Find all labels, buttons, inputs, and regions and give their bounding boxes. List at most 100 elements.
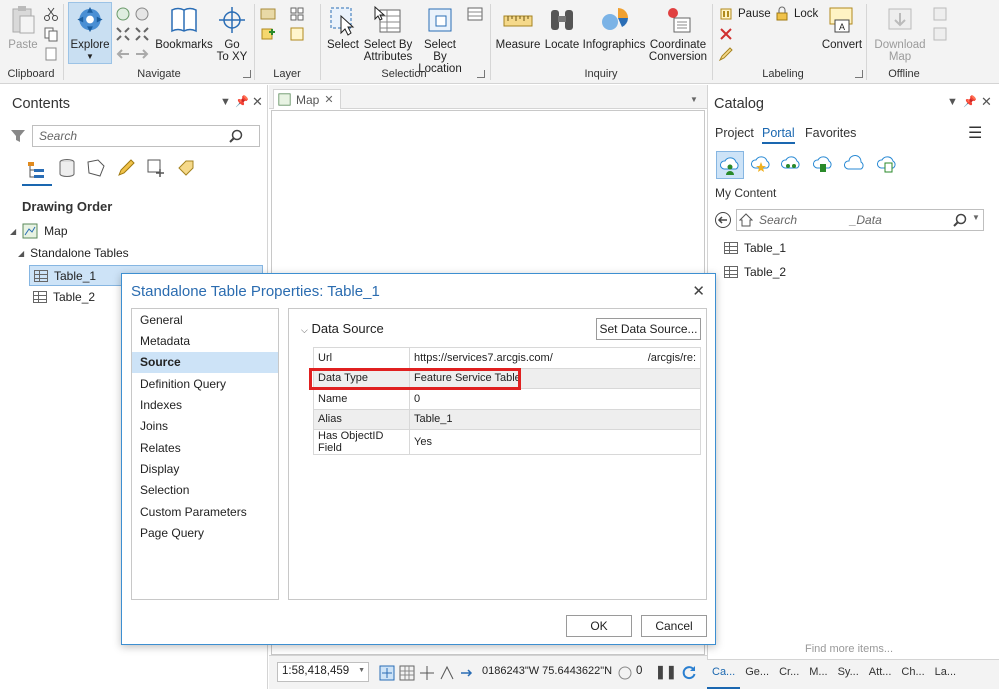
close-icon[interactable]: ✕ xyxy=(692,282,705,300)
download-map-button[interactable]: Download Map xyxy=(872,4,928,63)
nav-item-source[interactable]: Source xyxy=(132,352,278,373)
nav-item-metadata[interactable]: Metadata xyxy=(132,331,278,352)
close-icon[interactable]: ✕ xyxy=(981,94,992,110)
add-graphics-layer-icon[interactable] xyxy=(289,26,305,42)
sync-icon[interactable] xyxy=(932,6,948,22)
bottom-tab-catalog[interactable]: Ca... xyxy=(707,660,741,689)
close-icon[interactable]: ✕ xyxy=(252,94,263,110)
crosshair-icon[interactable] xyxy=(419,665,435,681)
search-options-dropdown-icon[interactable]: ▼ xyxy=(972,213,980,222)
attributes-icon[interactable] xyxy=(467,6,483,22)
nav-item-definition-query[interactable]: Definition Query xyxy=(132,374,278,395)
nav-item-general[interactable]: General xyxy=(132,310,278,331)
labeling-icon[interactable] xyxy=(176,158,196,178)
pin-icon[interactable]: 📌 xyxy=(235,95,249,108)
nav-item-display[interactable]: Display xyxy=(132,459,278,480)
catalog-tab-portal[interactable]: Portal xyxy=(762,126,795,144)
zoom-out-arrows-icon[interactable] xyxy=(134,26,150,42)
search-icon[interactable] xyxy=(228,128,244,144)
data-source-section[interactable]: ⌵ Data Source xyxy=(301,321,384,336)
collapse-arrow-icon[interactable]: ◢ xyxy=(18,249,24,258)
cut-icon[interactable] xyxy=(43,6,59,22)
back-arrow-icon[interactable] xyxy=(115,46,131,62)
catalog-tab-project[interactable]: Project xyxy=(715,126,754,140)
map-tree-item[interactable]: ◢ Map xyxy=(10,223,68,239)
collapse-arrow-icon[interactable]: ◢ xyxy=(10,227,16,236)
navigate-launcher-icon[interactable] xyxy=(243,70,251,78)
measure-button[interactable]: Measure xyxy=(496,4,540,51)
pane-menu-icon[interactable]: ▼ xyxy=(220,96,231,108)
bottom-tab-symbology[interactable]: Sy... xyxy=(833,660,864,689)
unplaced-labels-icon[interactable] xyxy=(718,26,734,42)
zoom-in-arrows-icon[interactable] xyxy=(115,26,131,42)
editing-pencil-icon[interactable] xyxy=(116,158,136,178)
nav-item-page-query[interactable]: Page Query xyxy=(132,523,278,544)
full-extent-icon[interactable] xyxy=(115,6,131,22)
find-more-items-link[interactable]: Find more items... xyxy=(805,643,893,655)
remove-offline-icon[interactable] xyxy=(932,26,948,42)
my-content-tab[interactable] xyxy=(716,151,744,179)
paste-button[interactable]: Paste xyxy=(6,4,40,51)
catalog-table-2-item[interactable]: Table_2 xyxy=(724,265,786,279)
refresh-icon[interactable] xyxy=(681,664,697,680)
table-2-tree-item[interactable]: Table_2 xyxy=(33,290,95,304)
select-by-attributes-button[interactable]: Select By Attributes xyxy=(363,4,413,63)
locate-button[interactable]: Locate xyxy=(543,4,581,51)
organization-cloud-icon[interactable] xyxy=(812,153,834,175)
ok-button[interactable]: OK xyxy=(566,615,632,637)
lock-labeling-button[interactable]: Lock xyxy=(774,6,818,22)
pause-labeling-button[interactable]: Pause xyxy=(718,6,771,22)
standalone-tables-group[interactable]: ◢ Standalone Tables xyxy=(18,246,129,260)
nav-item-indexes[interactable]: Indexes xyxy=(132,395,278,416)
selected-features-icon[interactable] xyxy=(617,665,633,681)
grid-icon[interactable] xyxy=(399,665,415,681)
cloud-icon[interactable] xyxy=(844,153,866,175)
bottom-tab-create[interactable]: Cr... xyxy=(774,660,804,689)
nav-item-relates[interactable]: Relates xyxy=(132,438,278,459)
coordinate-conversion-button[interactable]: Coordinate Conversion xyxy=(648,4,708,63)
snap-icon[interactable] xyxy=(439,665,455,681)
forward-arrow-icon[interactable] xyxy=(134,46,150,62)
catalog-tab-favorites[interactable]: Favorites xyxy=(805,126,856,140)
scale-combo[interactable]: 1:58,418,459 ▼ xyxy=(277,662,369,682)
cancel-button[interactable]: Cancel xyxy=(641,615,707,637)
data-source-icon[interactable] xyxy=(57,158,77,178)
coordinate-system-icon[interactable] xyxy=(459,665,475,681)
home-icon[interactable] xyxy=(739,213,753,227)
bottom-tab-attributes[interactable]: Att... xyxy=(864,660,897,689)
bottom-tab-layout[interactable]: La... xyxy=(930,660,961,689)
convert-button[interactable]: A Convert xyxy=(818,4,866,51)
bottom-tab-geoprocessing[interactable]: Ge... xyxy=(740,660,774,689)
scale-lock-icon[interactable] xyxy=(379,665,395,681)
bookmarks-button[interactable]: Bookmarks xyxy=(155,4,213,51)
map-tab[interactable]: Map ✕ xyxy=(273,89,341,109)
nav-item-joins[interactable]: Joins xyxy=(132,416,278,437)
pane-menu-icon[interactable]: ▼ xyxy=(947,96,958,108)
nav-item-selection[interactable]: Selection xyxy=(132,480,278,501)
selection-launcher-icon[interactable] xyxy=(477,70,485,78)
bottom-tab-chart[interactable]: Ch... xyxy=(896,660,929,689)
pause-drawing-icon[interactable]: ❚❚ xyxy=(655,664,677,680)
bottom-tab-modify[interactable]: M... xyxy=(804,660,832,689)
tab-list-dropdown-icon[interactable]: ▼ xyxy=(690,95,698,104)
search-icon[interactable] xyxy=(952,212,968,228)
explore-button[interactable]: Explore ▼ xyxy=(68,2,112,64)
favorites-cloud-icon[interactable] xyxy=(750,153,772,175)
filter-icon[interactable] xyxy=(10,128,26,144)
back-arrow-icon[interactable] xyxy=(714,211,732,229)
add-preset-icon[interactable] xyxy=(260,26,276,42)
nav-item-custom-parameters[interactable]: Custom Parameters xyxy=(132,502,278,523)
catalog-search-input[interactable]: Search _Data xyxy=(736,209,984,231)
close-icon[interactable]: ✕ xyxy=(324,93,333,106)
pin-icon[interactable]: 📌 xyxy=(963,95,977,108)
copy-path-icon[interactable] xyxy=(43,46,59,62)
living-atlas-icon[interactable] xyxy=(876,153,898,175)
copy-icon[interactable] xyxy=(43,26,59,42)
catalog-table-1-item[interactable]: Table_1 xyxy=(724,241,786,255)
add-data-icon[interactable] xyxy=(289,6,305,22)
infographics-button[interactable]: Infographics xyxy=(583,4,645,51)
select-button[interactable]: Select xyxy=(325,4,361,51)
labeling-launcher-icon[interactable] xyxy=(855,70,863,78)
go-to-xy-button[interactable]: Go To XY xyxy=(216,4,248,63)
contents-search-input[interactable]: Search xyxy=(32,125,260,147)
